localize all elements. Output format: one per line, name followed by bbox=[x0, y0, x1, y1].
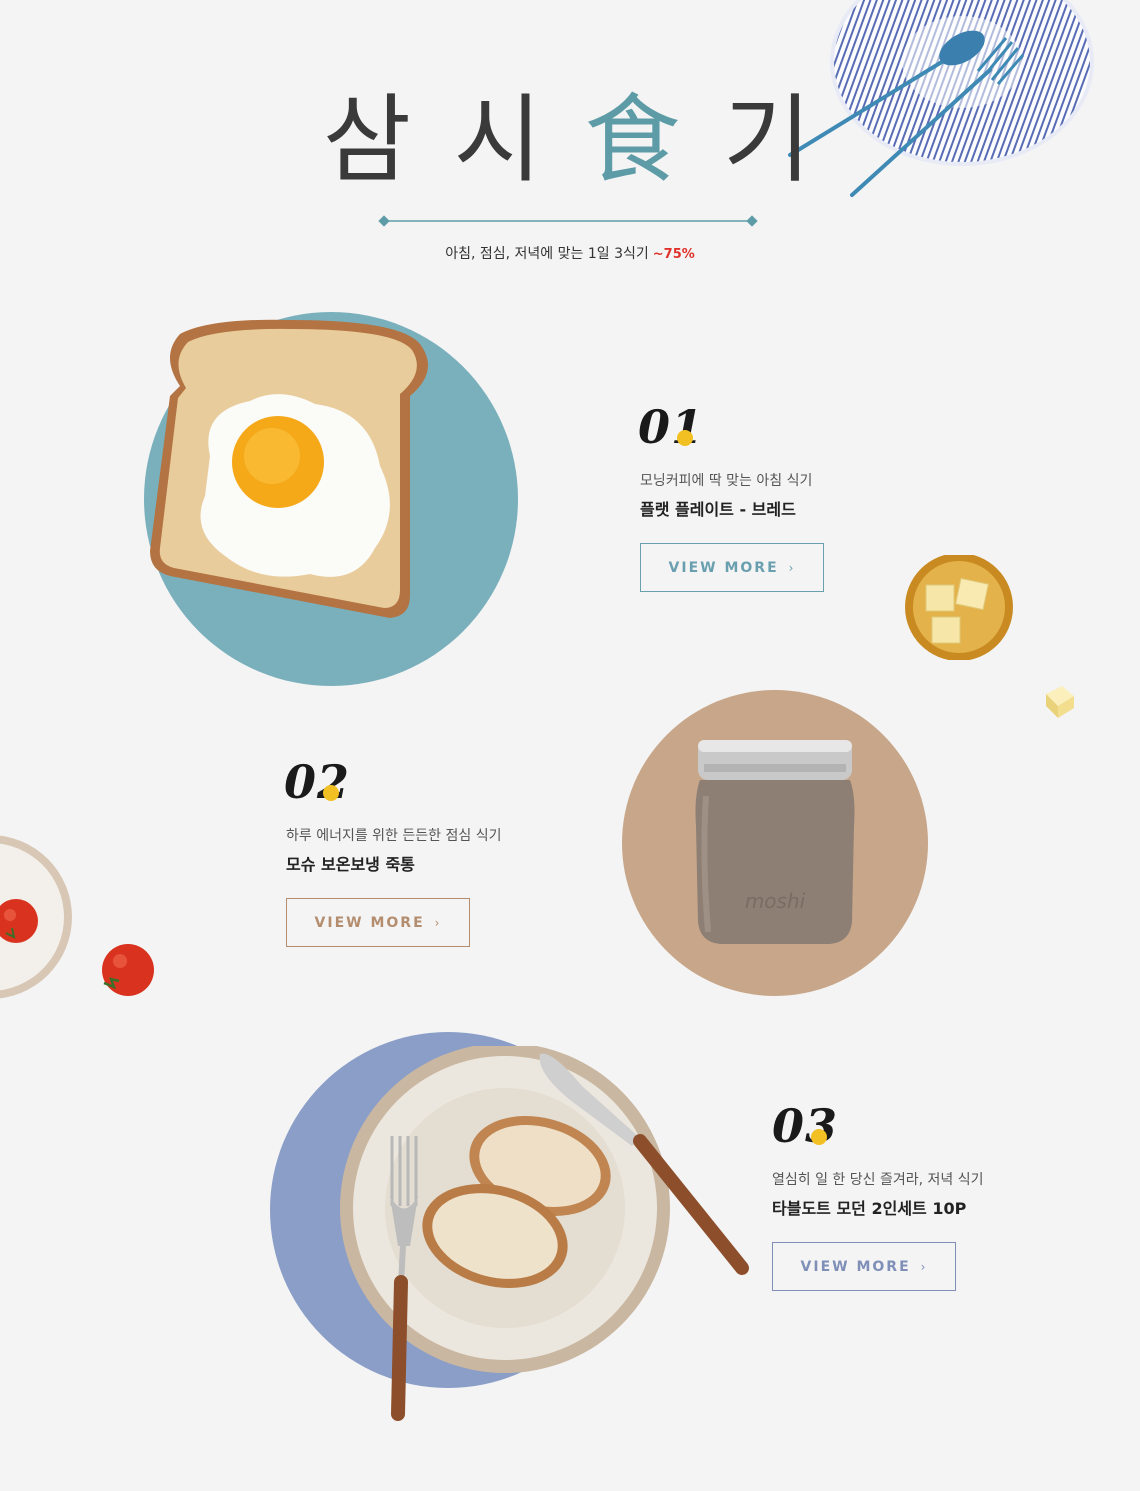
product-3-image[interactable] bbox=[340, 1046, 760, 1426]
product-2-number-dot bbox=[323, 785, 339, 801]
hero-title: 삼 시 食 기 bbox=[0, 80, 1140, 200]
discount-badge: ~75% bbox=[652, 247, 695, 262]
product-3-name[interactable]: 타블도트 모던 2인세트 10P bbox=[772, 1195, 966, 1219]
title-divider bbox=[378, 215, 758, 227]
product-3-number: 03 bbox=[772, 1101, 838, 1151]
product-1-view-more-button[interactable]: VIEW MORE › bbox=[640, 543, 824, 592]
jar-brand-text: moshi bbox=[745, 889, 806, 913]
product-2-image[interactable]: moshi bbox=[690, 736, 860, 948]
product-2-name[interactable]: 모슈 보온보냉 죽통 bbox=[286, 851, 415, 875]
product-2-number-text: 02 bbox=[284, 755, 351, 809]
product-3-number-text: 03 bbox=[772, 1099, 839, 1153]
hero-title-part2: 기 bbox=[686, 84, 818, 196]
product-1-image[interactable] bbox=[140, 316, 452, 626]
tomato-plate-image bbox=[0, 835, 154, 999]
product-3-number-dot bbox=[811, 1129, 827, 1145]
product-1-number: 01 bbox=[638, 402, 704, 452]
hero-subtitle: 아침, 점심, 저녁에 맞는 1일 3식기 ~75% bbox=[0, 243, 1140, 263]
product-3-view-more-label: VIEW MORE bbox=[800, 1258, 911, 1275]
chevron-right-icon: › bbox=[434, 915, 442, 930]
butter-cube-image bbox=[1046, 686, 1074, 718]
product-3-view-more-button[interactable]: VIEW MORE › bbox=[772, 1242, 956, 1291]
product-2-description: 하루 에너지를 위한 든든한 점심 식기 bbox=[286, 828, 502, 844]
subtitle-text: 아침, 점심, 저녁에 맞는 1일 3식기 bbox=[445, 246, 649, 262]
product-2-number: 02 bbox=[284, 757, 350, 807]
product-1-view-more-label: VIEW MORE bbox=[668, 559, 779, 576]
product-1-description: 모닝커피에 딱 맞는 아침 식기 bbox=[640, 473, 813, 489]
product-2-view-more-label: VIEW MORE bbox=[314, 914, 425, 931]
product-1-number-text: 01 bbox=[638, 400, 705, 454]
product-3-description: 열심히 일 한 당신 즐겨라, 저녁 식기 bbox=[772, 1172, 984, 1188]
chevron-right-icon: › bbox=[920, 1259, 928, 1274]
hero-title-accent: 食 bbox=[584, 84, 687, 196]
chevron-right-icon: › bbox=[788, 560, 796, 575]
product-1-name[interactable]: 플랫 플레이트 - 브레드 bbox=[640, 496, 796, 520]
hero-title-part1: 삼 시 bbox=[322, 84, 585, 196]
butter-bowl-image bbox=[905, 555, 1013, 660]
product-1-number-dot bbox=[677, 430, 693, 446]
product-2-view-more-button[interactable]: VIEW MORE › bbox=[286, 898, 470, 947]
